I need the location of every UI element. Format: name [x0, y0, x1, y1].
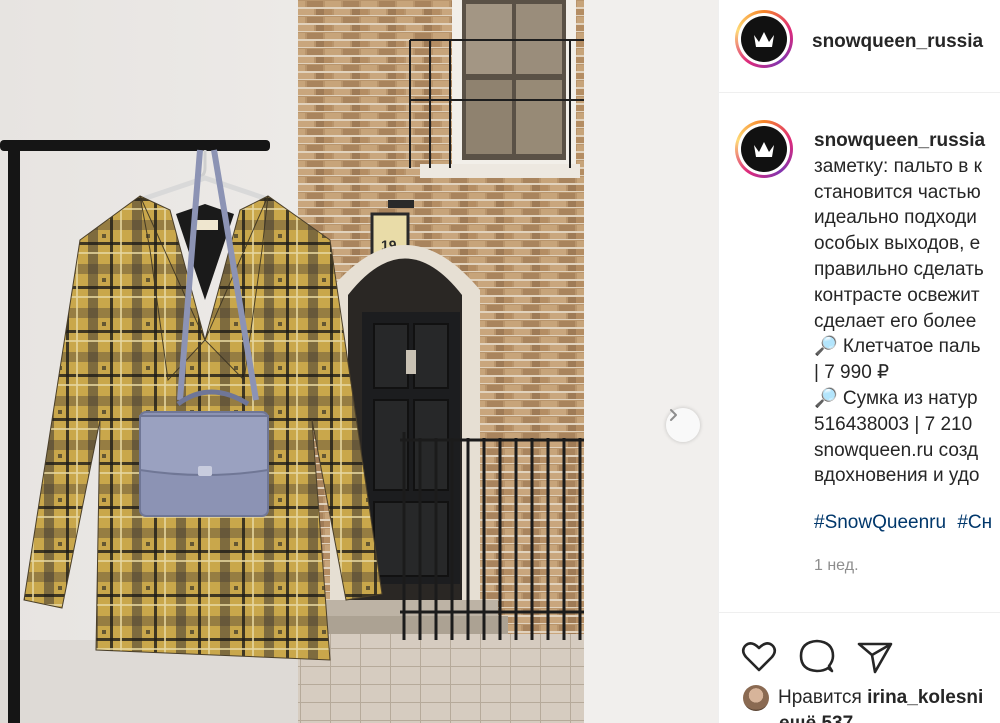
hashtag-link[interactable]: #SnowQueenru: [814, 512, 946, 533]
hashtag-link[interactable]: #Сн: [957, 512, 992, 533]
caption-username[interactable]: snowqueen_russia: [814, 128, 1000, 154]
caption-line: | 7 990 ₽: [814, 362, 890, 384]
caption-line: вдохновения и удо: [814, 465, 980, 487]
crown-logo-icon: [754, 142, 774, 157]
post-image: 19: [0, 0, 718, 723]
caption-author-avatar[interactable]: [735, 120, 793, 178]
likes-more-link[interactable]: ещё 537: [779, 713, 853, 723]
author-username[interactable]: snowqueen_russia: [812, 31, 983, 53]
caption-line: заметку: пальто в к: [814, 155, 982, 177]
liker-username[interactable]: irina_kolesni: [867, 687, 983, 708]
comment-icon[interactable]: [797, 637, 837, 677]
next-photo-button[interactable]: [666, 408, 700, 442]
post-caption: snowqueen_russia заметку: пальто в к ста…: [814, 128, 1000, 489]
post-actions: Нравится irina_kolesni ещё 537: [719, 612, 1000, 723]
caption-line: 516438003 | 7 210: [814, 413, 973, 435]
caption-line: правильно сделать: [814, 258, 984, 280]
post-photo[interactable]: 19: [0, 0, 718, 723]
caption-line: 🔎 Клетчатое паль: [814, 336, 981, 358]
liker-avatar[interactable]: [743, 685, 769, 711]
caption-line: snowqueen.ru созд: [814, 439, 979, 461]
chevron-right-icon: [670, 409, 677, 421]
author-avatar[interactable]: [735, 10, 793, 68]
caption-line: 🔎 Сумка из натур: [814, 387, 978, 409]
post-header: snowqueen_russia: [719, 0, 1000, 93]
post-timestamp[interactable]: 1 нед.: [814, 557, 859, 575]
share-icon[interactable]: [855, 637, 895, 677]
caption-line: идеально подходи: [814, 207, 977, 229]
heart-icon[interactable]: [739, 637, 779, 677]
caption-line: сделает его более: [814, 310, 977, 332]
likes-prefix: Нравится: [778, 687, 868, 708]
post-details-panel: snowqueen_russia snowqueen_russia заметк…: [718, 0, 1000, 723]
caption-line: контрасте освежит: [814, 284, 980, 306]
caption-line: становится частью: [814, 181, 981, 203]
hashtag-list: #SnowQueenru #Сн: [814, 512, 998, 534]
crown-logo-icon: [754, 32, 774, 47]
caption-line: особых выходов, е: [814, 233, 981, 255]
